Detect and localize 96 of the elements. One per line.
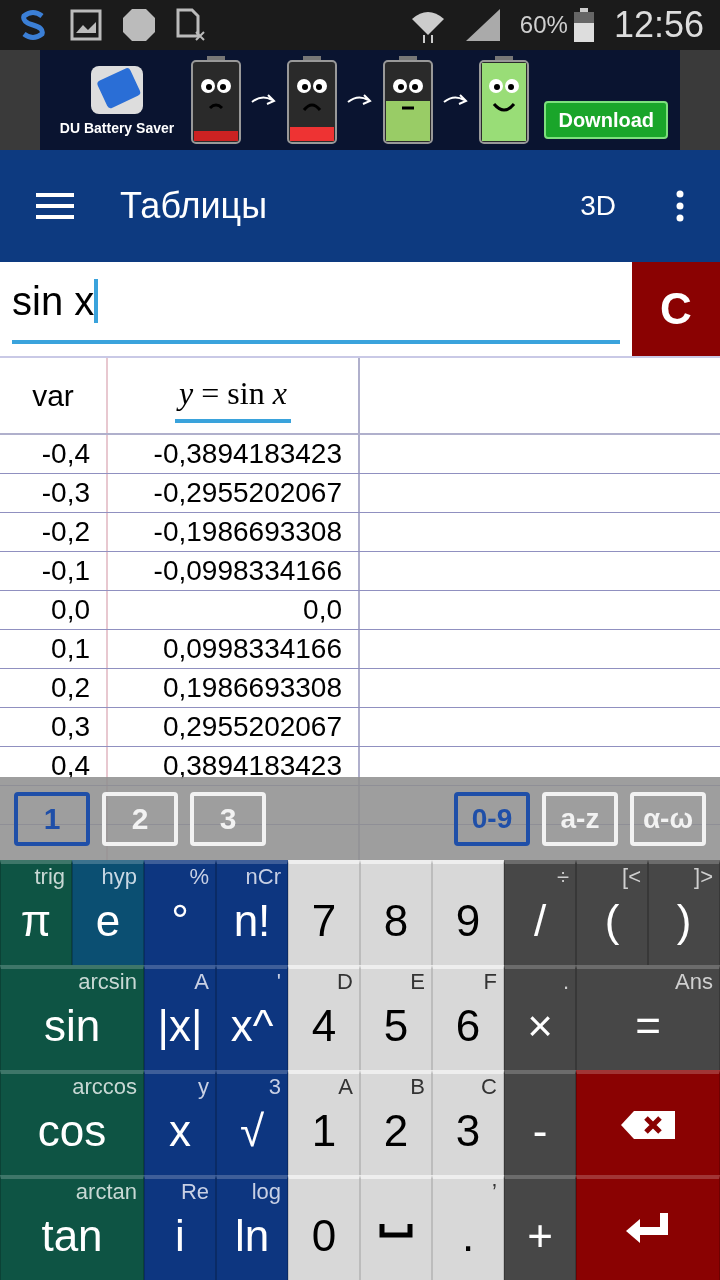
column-header: var	[32, 378, 74, 414]
keypad-key[interactable]: % °	[144, 860, 216, 965]
key-secondary-label: ÷	[556, 866, 569, 888]
table-cell: 0,2955202067	[162, 713, 342, 741]
table-cell: 0,2	[51, 674, 90, 702]
keypad-key[interactable]: arcsin sin	[0, 965, 144, 1070]
keypad-key[interactable]: A 1	[288, 1070, 360, 1175]
keypad-key[interactable]: Ans =	[576, 965, 720, 1070]
clear-button[interactable]: C	[632, 262, 720, 356]
key-secondary-label: E	[410, 971, 425, 993]
battery-percentage: 60%	[519, 10, 568, 40]
keypad-key[interactable]: ÷ /	[504, 860, 576, 965]
table-cell: 0,0	[51, 596, 90, 624]
battery-icon	[573, 8, 594, 42]
keypad-key[interactable]: hyp e	[72, 860, 144, 965]
ad-app-name: DU Battery Saver	[59, 118, 175, 138]
key-secondary-label: A	[194, 971, 209, 993]
key-secondary-label: Re	[180, 1181, 209, 1203]
keypad-key[interactable]: 7	[288, 860, 360, 965]
arrow-icon	[250, 92, 278, 108]
table-cell: -0,2	[41, 518, 90, 546]
keypad-key[interactable]	[360, 1175, 432, 1280]
keypad-key[interactable]: arccos cos	[0, 1070, 144, 1175]
key-secondary-label: ]>	[694, 866, 713, 888]
keypad-key[interactable]: Re i	[144, 1175, 216, 1280]
keypad-key[interactable]: 0	[288, 1175, 360, 1280]
key-secondary-label: B	[410, 1076, 425, 1098]
table-cell: 0,3	[51, 713, 90, 741]
table-cell: -0,1986693308	[153, 518, 342, 546]
table-cell: 0,1	[51, 635, 90, 663]
key-secondary-label: y	[198, 1076, 209, 1098]
space-icon	[379, 1221, 413, 1238]
signal-icon	[465, 9, 500, 41]
keypad-key[interactable]: +	[504, 1175, 576, 1280]
table-cell: -0,3	[41, 479, 90, 507]
keypad-key[interactable]: 9	[432, 860, 504, 965]
backspace-icon	[620, 1109, 676, 1140]
column-header: y = sin x	[175, 368, 291, 423]
table-cell: -0,0998334166	[153, 557, 342, 585]
table-cell: 0,4	[51, 752, 90, 780]
table-cell: 0,0	[303, 596, 342, 624]
key-secondary-label: '	[276, 971, 281, 993]
keypad-key[interactable]: y x	[144, 1070, 216, 1175]
keypad-key[interactable]: E 5	[360, 965, 432, 1070]
key-secondary-label: ’	[492, 1181, 497, 1203]
table-cell: -0,1	[41, 557, 90, 585]
keypad-key[interactable]: ]> )	[648, 860, 720, 965]
keypad-key[interactable]: 3 √	[216, 1070, 288, 1175]
keypad-key[interactable]: -	[504, 1070, 576, 1175]
screen-title: Таблицы	[120, 184, 267, 228]
keypad-key[interactable]: B 2	[360, 1070, 432, 1175]
keypad-key[interactable]: ’ .	[432, 1175, 504, 1280]
arrow-icon	[346, 92, 374, 108]
key-secondary-label: A	[338, 1076, 353, 1098]
clock-time: 12:56	[613, 3, 704, 47]
formula-input-field[interactable]: sin x	[12, 262, 620, 344]
table-cell: -0,4	[41, 440, 90, 468]
key-secondary-label: 3	[268, 1076, 281, 1098]
key-secondary-label: .	[562, 971, 569, 993]
key-secondary-label: Ans	[675, 971, 713, 993]
keypad-key[interactable]: ' x^	[216, 965, 288, 1070]
sim-card-icon	[176, 8, 206, 42]
table-cell: 0,1986693308	[162, 674, 342, 702]
keypad-key[interactable]: trig π	[0, 860, 72, 965]
stop-sign-icon	[122, 8, 156, 42]
menu-icon[interactable]	[36, 192, 74, 220]
key-secondary-label: D	[337, 971, 353, 993]
key-secondary-label: [<	[622, 866, 641, 888]
key-secondary-label: nCr	[245, 866, 281, 888]
keypad-key[interactable]: C 3	[432, 1070, 504, 1175]
key-secondary-label: trig	[34, 866, 65, 888]
keypad-key[interactable]: arctan tan	[0, 1175, 144, 1280]
key-secondary-label: arcsin	[78, 971, 137, 993]
table-cell: 0,0998334166	[162, 635, 342, 663]
keypad-key[interactable]: log ln	[216, 1175, 288, 1280]
image-icon	[70, 9, 102, 41]
key-secondary-label: F	[483, 971, 497, 993]
keypad-key[interactable]: 8	[360, 860, 432, 965]
key-secondary-label: C	[481, 1076, 497, 1098]
key-secondary-label: arccos	[72, 1076, 137, 1098]
more-options-icon[interactable]	[676, 190, 684, 222]
key-secondary-label: hyp	[101, 866, 137, 888]
arrow-icon	[442, 92, 470, 108]
keypad-key[interactable]: A |x|	[144, 965, 216, 1070]
keypad-key[interactable]: . ×	[504, 965, 576, 1070]
table-cell: 0,3894183423	[162, 752, 342, 780]
key-secondary-label: log	[251, 1181, 281, 1203]
key-secondary-label: arctan	[75, 1181, 137, 1203]
key-secondary-label: %	[189, 866, 209, 888]
keypad-key[interactable]: nCr n!	[216, 860, 288, 965]
table-cell: -0,2955202067	[153, 479, 342, 507]
keypad-key[interactable]: [< (	[576, 860, 648, 965]
3d-button[interactable]: 3D	[580, 185, 616, 227]
keypad-key[interactable]: F 6	[432, 965, 504, 1070]
keypad-key[interactable]: D 4	[288, 965, 360, 1070]
table-cell: -0,3894183423	[153, 440, 342, 468]
